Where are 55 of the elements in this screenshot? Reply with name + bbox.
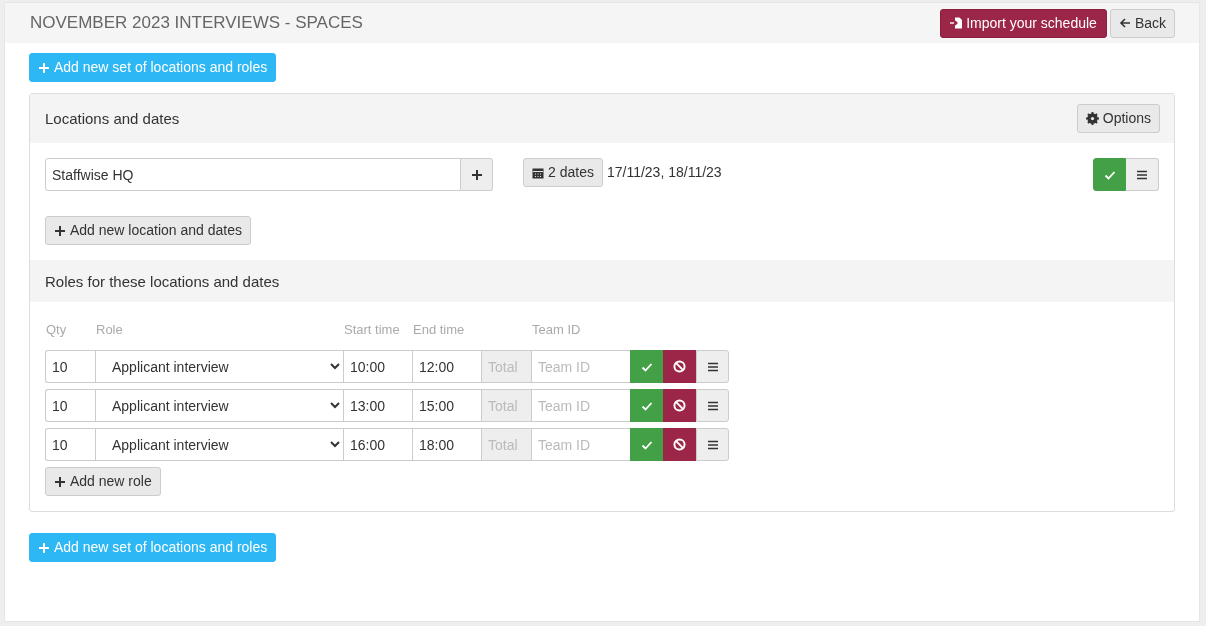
location-input[interactable]: Staffwise HQ [45,158,461,191]
ban-icon [673,399,686,412]
end-time-input[interactable]: 18:00 [412,428,481,461]
arrow-left-icon [1118,17,1131,29]
ban-icon [673,360,686,373]
start-time-input[interactable]: 16:00 [343,428,412,461]
cancel-button[interactable] [663,350,696,383]
plus-icon [38,61,50,74]
start-time-input[interactable]: 10:00 [343,350,412,383]
column-header: Start time [343,322,401,337]
qty-input[interactable]: 10 [45,428,95,461]
section-title: Roles for these locations and dates [45,272,280,290]
role-select[interactable]: Applicant interview [95,389,343,422]
dates-button[interactable]: 2 dates [523,158,603,187]
import-schedule-button[interactable]: Import your schedule [940,8,1107,38]
add-location-button[interactable] [461,158,493,191]
column-header: End time [412,322,466,337]
file-import-icon [950,17,963,29]
add-location-dates-button[interactable]: Add new location and dates [45,216,251,245]
plus-icon [470,168,483,181]
column-header: Role [95,322,124,337]
plus-icon [38,541,50,554]
column-header: Team ID [531,322,582,337]
menu-button[interactable] [696,428,729,461]
panel-title: Locations and dates [45,110,180,127]
role-select[interactable]: Applicant interview [95,428,343,461]
team-id-input[interactable]: Team ID [531,428,630,461]
options-button[interactable]: Options [1076,104,1160,133]
qty-input[interactable]: 10 [45,350,95,383]
menu-button[interactable] [1126,158,1159,191]
add-role-button[interactable]: Add new role [45,467,161,496]
dates-text: 17/11/23, 18/11/23 [606,164,722,180]
end-time-input[interactable]: 12:00 [412,350,481,383]
start-time-input[interactable]: 13:00 [343,389,412,422]
gear-icon [1085,112,1099,125]
team-id-input[interactable]: Team ID [531,350,630,383]
menu-button[interactable] [696,389,729,422]
menu-icon [706,438,719,451]
menu-button[interactable] [696,350,729,383]
menu-icon [1136,168,1148,181]
team-id-input[interactable]: Team ID [531,389,630,422]
cancel-button[interactable] [663,389,696,422]
page-title: NOVEMBER 2023 INTERVIEWS - SPACES [30,13,364,33]
column-header: Qty [45,322,68,337]
ban-icon [673,438,686,451]
end-time-input[interactable]: 15:00 [412,389,481,422]
cancel-button[interactable] [663,428,696,461]
menu-icon [706,399,719,412]
plus-icon [54,224,66,237]
qty-input[interactable]: 10 [45,389,95,422]
calendar-icon [532,166,544,179]
back-button[interactable]: Back [1109,8,1175,38]
role-select[interactable]: Applicant interview [95,350,343,383]
plus-icon [54,475,66,488]
menu-icon [706,360,719,373]
